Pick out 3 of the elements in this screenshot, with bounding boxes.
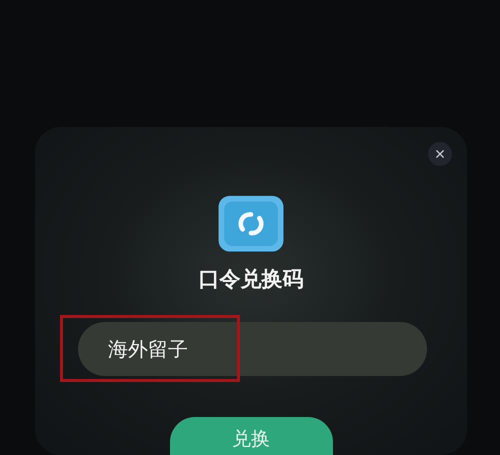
dialog-title: 口令兑换码: [198, 266, 304, 292]
input-field[interactable]: 海外留子: [78, 322, 427, 376]
close-button[interactable]: ×: [428, 142, 452, 166]
